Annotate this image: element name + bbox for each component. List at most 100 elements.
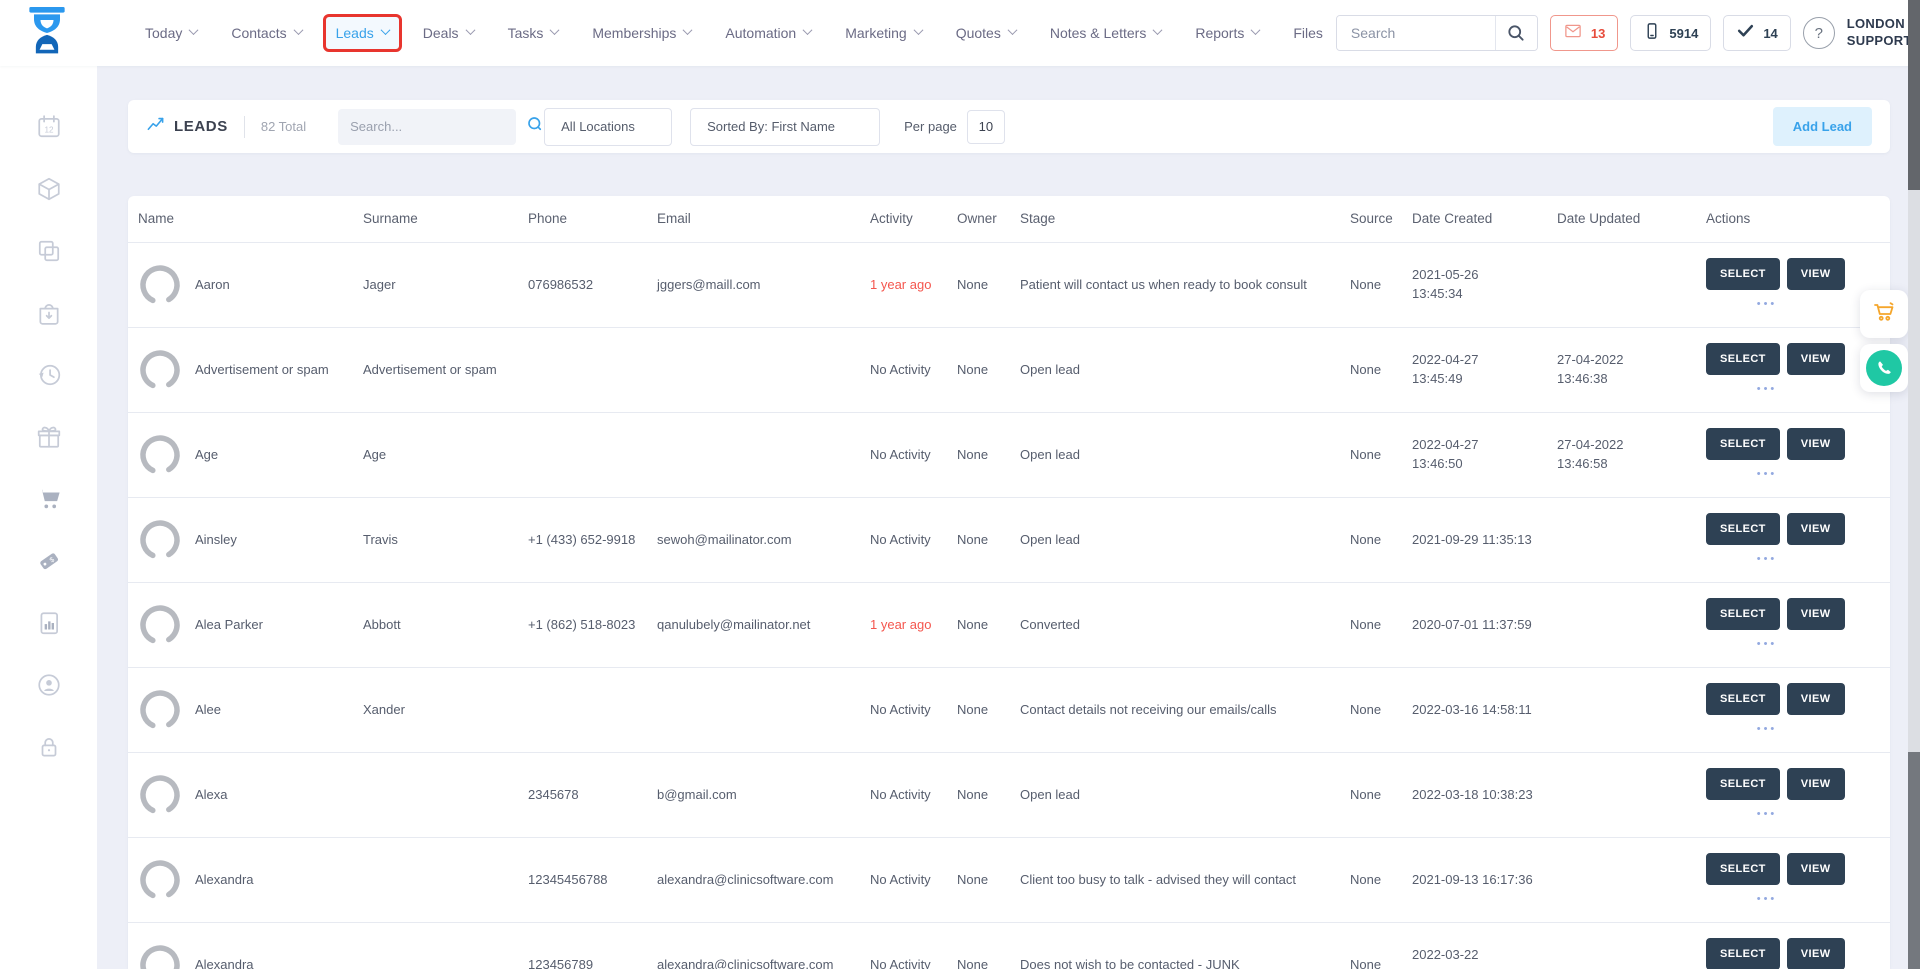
- nav-item-notes-letters[interactable]: Notes & Letters: [1037, 14, 1175, 52]
- select-button[interactable]: SELECT: [1706, 513, 1780, 545]
- view-button[interactable]: VIEW: [1787, 938, 1845, 969]
- copy-icon[interactable]: [36, 238, 62, 264]
- view-button[interactable]: VIEW: [1787, 768, 1845, 800]
- cart-icon[interactable]: [36, 486, 62, 512]
- view-button[interactable]: VIEW: [1787, 683, 1845, 715]
- select-button[interactable]: SELECT: [1706, 768, 1780, 800]
- nav-item-contacts[interactable]: Contacts: [218, 14, 314, 52]
- col-header-email: Email: [657, 209, 870, 229]
- leads-search-input[interactable]: [350, 119, 526, 134]
- table-row: Alee Xander No Activity None Contact det…: [128, 667, 1890, 752]
- lead-name: Ainsley: [195, 531, 351, 550]
- lead-owner: None: [957, 531, 1020, 550]
- account-icon[interactable]: [36, 672, 62, 698]
- more-actions-button[interactable]: •••: [1706, 467, 1828, 483]
- more-actions-button[interactable]: •••: [1706, 892, 1828, 908]
- lead-stage: Client too busy to talk - advised they w…: [1020, 871, 1350, 890]
- lead-activity: 1 year ago: [870, 616, 957, 635]
- package-icon[interactable]: [36, 176, 62, 202]
- lead-source: None: [1350, 531, 1412, 550]
- lead-stage: Open lead: [1020, 786, 1350, 805]
- nav-item-deals[interactable]: Deals: [410, 14, 487, 52]
- select-button[interactable]: SELECT: [1706, 598, 1780, 630]
- avatar: [138, 943, 182, 969]
- mail-badge[interactable]: 13: [1550, 15, 1618, 51]
- view-button[interactable]: VIEW: [1787, 853, 1845, 885]
- lead-phone: 076986532: [528, 276, 657, 295]
- select-button[interactable]: SELECT: [1706, 853, 1780, 885]
- nav-item-memberships[interactable]: Memberships: [579, 14, 704, 52]
- chevron-down-icon: [550, 25, 560, 35]
- lead-email: sewoh@mailinator.com: [657, 531, 870, 550]
- app-logo-hourglass-icon[interactable]: [24, 7, 70, 59]
- nav-item-leads[interactable]: Leads: [323, 14, 402, 52]
- table-row: Alea Parker Abbott +1 (862) 518-8023 qan…: [128, 582, 1890, 667]
- calendar-icon[interactable]: 12: [36, 114, 62, 140]
- topbar: TodayContactsLeadsDealsTasksMembershipsA…: [0, 0, 1920, 66]
- mail-count: 13: [1591, 26, 1605, 41]
- lead-stage: Patient will contact us when ready to bo…: [1020, 276, 1350, 295]
- avatar: [138, 433, 182, 477]
- lead-source: None: [1350, 786, 1412, 805]
- scrollbar-thumb[interactable]: [1908, 0, 1920, 190]
- view-button[interactable]: VIEW: [1787, 513, 1845, 545]
- help-button[interactable]: ?: [1803, 17, 1835, 49]
- lead-source: None: [1350, 361, 1412, 380]
- lead-owner: None: [957, 786, 1020, 805]
- page-title: LEADS: [146, 115, 228, 139]
- leads-chart-icon: [146, 115, 165, 139]
- lead-date-created: 2022-03-18 10:38:23: [1412, 786, 1557, 805]
- mobile-phone-icon: [1643, 21, 1661, 46]
- location-filter-select[interactable]: All Locations: [544, 108, 672, 146]
- view-button[interactable]: VIEW: [1787, 258, 1845, 290]
- global-search-input[interactable]: [1337, 16, 1495, 50]
- view-button[interactable]: VIEW: [1787, 428, 1845, 460]
- nav-item-files[interactable]: Files: [1280, 14, 1336, 52]
- page-scrollbar[interactable]: [1908, 0, 1920, 969]
- price-tag-icon[interactable]: $: [36, 548, 62, 574]
- search-icon[interactable]: [1495, 16, 1537, 50]
- floating-cart-button[interactable]: [1860, 290, 1908, 338]
- lock-icon[interactable]: [36, 734, 62, 760]
- avatar: [138, 348, 182, 392]
- nav-item-reports[interactable]: Reports: [1182, 14, 1272, 52]
- select-button[interactable]: SELECT: [1706, 428, 1780, 460]
- more-actions-button[interactable]: •••: [1706, 552, 1828, 568]
- report-icon[interactable]: [36, 610, 62, 636]
- select-button[interactable]: SELECT: [1706, 258, 1780, 290]
- select-button[interactable]: SELECT: [1706, 683, 1780, 715]
- more-actions-button[interactable]: •••: [1706, 807, 1828, 823]
- select-button[interactable]: SELECT: [1706, 938, 1780, 969]
- add-lead-button[interactable]: Add Lead: [1773, 107, 1872, 146]
- nav-item-quotes[interactable]: Quotes: [943, 14, 1029, 52]
- scrollbar-thumb[interactable]: [1908, 752, 1920, 969]
- phone-count: 5914: [1669, 26, 1698, 41]
- nav-item-marketing[interactable]: Marketing: [832, 14, 934, 52]
- history-icon[interactable]: [36, 362, 62, 388]
- search-icon[interactable]: [526, 115, 544, 138]
- select-button[interactable]: SELECT: [1706, 343, 1780, 375]
- lead-stage: Open lead: [1020, 446, 1350, 465]
- nav-item-today[interactable]: Today: [132, 14, 210, 52]
- divider: [244, 116, 245, 138]
- phone-badge[interactable]: 5914: [1630, 15, 1711, 51]
- nav-item-tasks[interactable]: Tasks: [495, 14, 572, 52]
- shopping-bag-icon[interactable]: [36, 300, 62, 326]
- per-page-value[interactable]: 10: [967, 110, 1005, 144]
- more-actions-button[interactable]: •••: [1706, 297, 1828, 313]
- lead-name: Alea Parker: [195, 616, 351, 635]
- chevron-down-icon: [465, 25, 475, 35]
- more-actions-button[interactable]: •••: [1706, 382, 1828, 398]
- more-actions-button[interactable]: •••: [1706, 722, 1828, 738]
- lead-activity: No Activity: [870, 361, 957, 380]
- gift-icon[interactable]: [36, 424, 62, 450]
- tasks-badge[interactable]: 14: [1723, 15, 1790, 51]
- more-actions-button[interactable]: •••: [1706, 637, 1828, 653]
- nav-item-automation[interactable]: Automation: [712, 14, 824, 52]
- view-button[interactable]: VIEW: [1787, 598, 1845, 630]
- table-row: Age Age No Activity None Open lead None …: [128, 412, 1890, 497]
- avatar: [138, 858, 182, 902]
- floating-call-button[interactable]: [1860, 344, 1908, 392]
- view-button[interactable]: VIEW: [1787, 343, 1845, 375]
- sort-by-select[interactable]: Sorted By: First Name: [690, 108, 880, 146]
